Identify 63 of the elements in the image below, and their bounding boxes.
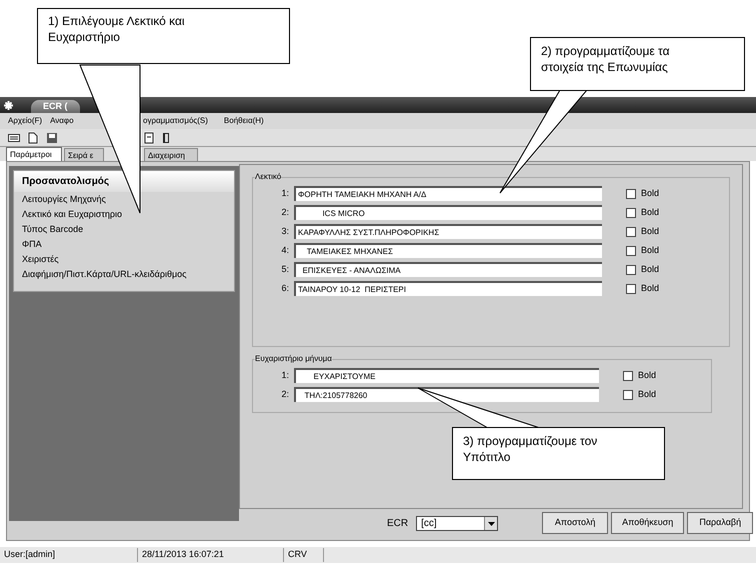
checkbox-label: Bold: [641, 282, 660, 295]
row-number: 3:: [280, 224, 289, 238]
tab[interactable]: Διαχειριση: [144, 148, 198, 161]
menu-item[interactable]: Βοήθεια(H): [224, 115, 264, 127]
input-field[interactable]: ΕΠΙΣΚΕΥΕΣ - ΑΝΑΛΩΣΙΜΑ: [294, 262, 602, 277]
input-field[interactable]: ΦΟΡΗΤΗ ΤΑΜΕΙΑΚΗ ΜΗΧΑΝΗ Α/Δ: [294, 186, 602, 201]
row-number: 2:: [280, 206, 289, 219]
status-text: 28/11/2013 16:07:21: [138, 548, 284, 562]
input-field[interactable]: ΕΥΧΑΡΙΣΤΟΥΜΕ: [294, 368, 599, 383]
input-field[interactable]: ICS MICRO: [294, 205, 602, 220]
tab[interactable]: Παράμετροι: [6, 147, 62, 161]
sidebar-item[interactable]: Τύπος Barcode: [14, 222, 234, 237]
input-field[interactable]: ΤΗΛ:2105778260: [294, 387, 599, 402]
tab[interactable]: Σειρά ε: [64, 148, 104, 161]
sidebar-item[interactable]: ΦΠΑ: [14, 237, 234, 252]
checkbox[interactable]: [626, 208, 636, 218]
row-number: 4:: [280, 244, 289, 257]
ecr-label: ECR: [387, 516, 408, 530]
input-field[interactable]: ΤΑΜΕΙΑΚΕΣ ΜΗΧΑΝΕΣ: [294, 243, 602, 258]
document-icon[interactable]: [144, 132, 154, 144]
status-text: User:[admin]: [0, 548, 138, 562]
status-text: CRV: [284, 548, 324, 562]
save-icon[interactable]: [46, 132, 58, 144]
row-number: 5:: [280, 262, 289, 276]
action-button[interactable]: Αποθήκευση: [611, 512, 684, 534]
menu-item[interactable]: ογραμματισμός(S): [143, 115, 208, 127]
input-field[interactable]: ΚΑΡΑΦΥΛΛΗΣ ΣΥΣΤ.ΠΛΗΡΟΦΟΡΙΚΗΣ: [294, 224, 602, 239]
group-title: Ευχαριστήριο μήνυμα: [255, 353, 332, 365]
row-number: 1:: [280, 186, 289, 200]
checkbox-label: Bold: [641, 186, 660, 200]
sidebar-item[interactable]: Χειριστές: [14, 252, 234, 267]
app-icon: [4, 101, 13, 110]
checkbox-label: Bold: [641, 244, 660, 257]
input-field[interactable]: ΤΑΙΝΑΡΟΥ 10-12 ΠΕΡΙΣΤΕΡΙ: [294, 281, 602, 296]
checkbox-label: Bold: [641, 206, 660, 219]
sidebar-item[interactable]: Διαφήμιση/Πιστ.Κάρτα/URL-κλειδάριθμος: [14, 267, 234, 282]
checkbox[interactable]: [626, 246, 636, 256]
checkbox[interactable]: [623, 390, 633, 400]
callout: 2) προγραμματίζουμε τα στοιχεία της Επωνυμίας: [530, 37, 745, 91]
sidebar-item[interactable]: Λειτουργίες Μηχανής: [14, 192, 234, 207]
sidebar-heading: Προσανατολισμός: [14, 171, 234, 192]
ecr-dropdown[interactable]: [cc]: [416, 516, 498, 530]
checkbox[interactable]: [626, 188, 636, 198]
window-title: ECR (: [31, 100, 80, 113]
sidebar-item[interactable]: Λεκτικό και Ευχαριστηριο: [14, 207, 234, 222]
row-number: 6:: [280, 282, 289, 295]
keyboard-icon[interactable]: [8, 132, 20, 142]
action-button[interactable]: Παραλαβή: [687, 512, 754, 534]
checkbox-label: Bold: [641, 262, 660, 276]
callout: 1) Επιλέγουμε Λεκτικό και Ευχαριστήριο: [37, 8, 290, 64]
checkbox[interactable]: [623, 370, 633, 380]
checkbox[interactable]: [626, 264, 636, 274]
menu-item[interactable]: Αναφο: [50, 115, 74, 127]
checkbox[interactable]: [626, 284, 636, 294]
row-number: 1:: [280, 368, 289, 382]
checkbox-label: Bold: [638, 388, 656, 401]
menu-item[interactable]: Αρχείο(F): [8, 115, 42, 127]
row-number: 2:: [280, 388, 289, 401]
document-icon[interactable]: [28, 132, 38, 144]
action-button[interactable]: Αποστολή: [542, 512, 608, 534]
checkbox-label: Bold: [641, 224, 660, 238]
checkbox[interactable]: [626, 226, 636, 236]
checkbox-label: Bold: [638, 368, 656, 382]
